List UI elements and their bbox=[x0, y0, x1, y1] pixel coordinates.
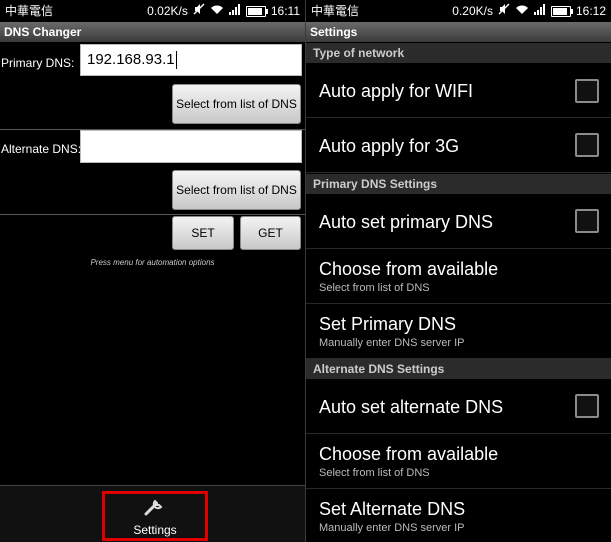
select-primary-dns-button[interactable]: Select from list of DNS bbox=[172, 84, 301, 124]
auto-primary-checkbox[interactable] bbox=[575, 209, 599, 233]
wifi-icon bbox=[515, 0, 529, 22]
primary-dns-input[interactable]: 192.168.93.1 bbox=[80, 44, 302, 76]
menu-hint: Press menu for automation options bbox=[90, 258, 215, 267]
settings-menu-item[interactable]: Settings bbox=[102, 491, 208, 541]
setting-title: Auto apply for WIFI bbox=[319, 81, 474, 101]
divider bbox=[0, 214, 305, 215]
section-header-alternate: Alternate DNS Settings bbox=[306, 359, 611, 379]
select-alternate-dns-label: Select from list of DNS bbox=[176, 183, 297, 197]
clock: 16:12 bbox=[575, 4, 606, 18]
primary-dns-label: Primary DNS: bbox=[1, 56, 75, 70]
setting-set-primary[interactable]: Set Primary DNS Manually enter DNS serve… bbox=[306, 304, 611, 359]
set-button-label: SET bbox=[191, 226, 215, 240]
carrier-label: 中華電信 bbox=[311, 4, 360, 18]
setting-subtitle: Select from list of DNS bbox=[319, 282, 430, 294]
setting-subtitle: Select from list of DNS bbox=[319, 467, 430, 479]
settings-menu-label: Settings bbox=[133, 523, 177, 537]
carrier-label: 中華電信 bbox=[5, 4, 54, 18]
text-cursor bbox=[175, 51, 177, 70]
select-primary-dns-label: Select from list of DNS bbox=[176, 97, 297, 111]
settings-screen: 中華電信 0.20K/s 16:12 Settings Type of netw… bbox=[306, 0, 611, 542]
get-button[interactable]: GET bbox=[240, 216, 301, 250]
setting-title: Choose from available bbox=[319, 444, 499, 464]
signal-icon bbox=[533, 0, 546, 22]
setting-subtitle: Manually enter DNS server IP bbox=[319, 522, 465, 534]
setting-title: Auto set primary DNS bbox=[319, 212, 494, 232]
section-header-primary: Primary DNS Settings bbox=[306, 174, 611, 194]
setting-auto-3g[interactable]: Auto apply for 3G bbox=[306, 118, 611, 173]
status-bar: 中華電信 0.20K/s 16:12 bbox=[306, 0, 611, 22]
auto-3g-checkbox[interactable] bbox=[575, 133, 599, 157]
status-bar: 中華電信 0.02K/s 16:11 bbox=[0, 0, 305, 22]
setting-choose-alternate[interactable]: Choose from available Select from list o… bbox=[306, 434, 611, 489]
dns-changer-screen: 中華電信 0.02K/s 16:11 DNS Changer Primary D… bbox=[0, 0, 305, 542]
wrench-icon bbox=[143, 497, 165, 522]
network-speed: 0.20K/s bbox=[452, 4, 493, 18]
auto-wifi-checkbox[interactable] bbox=[575, 79, 599, 103]
setting-set-alternate[interactable]: Set Alternate DNS Manually enter DNS ser… bbox=[306, 489, 611, 542]
signal-icon bbox=[228, 0, 241, 22]
settings-title: Settings bbox=[306, 22, 611, 42]
mute-icon bbox=[193, 0, 205, 22]
setting-title: Set Primary DNS bbox=[319, 314, 457, 334]
wifi-icon bbox=[210, 0, 224, 22]
alternate-dns-label: Alternate DNS: bbox=[1, 142, 82, 156]
setting-title: Set Alternate DNS bbox=[319, 499, 466, 519]
setting-auto-wifi[interactable]: Auto apply for WIFI bbox=[306, 63, 611, 118]
setting-subtitle: Manually enter DNS server IP bbox=[319, 337, 465, 349]
app-title: DNS Changer bbox=[0, 22, 305, 42]
setting-auto-primary[interactable]: Auto set primary DNS bbox=[306, 194, 611, 249]
primary-dns-value: 192.168.93.1 bbox=[87, 51, 175, 68]
setting-title: Auto set alternate DNS bbox=[319, 397, 504, 417]
set-button[interactable]: SET bbox=[172, 216, 234, 250]
section-header-network: Type of network bbox=[306, 43, 611, 63]
setting-choose-primary[interactable]: Choose from available Select from list o… bbox=[306, 249, 611, 304]
setting-title: Choose from available bbox=[319, 259, 499, 279]
auto-alternate-checkbox[interactable] bbox=[575, 394, 599, 418]
battery-icon bbox=[550, 5, 573, 17]
network-speed: 0.02K/s bbox=[147, 4, 188, 18]
select-alternate-dns-button[interactable]: Select from list of DNS bbox=[172, 170, 301, 210]
setting-title: Auto apply for 3G bbox=[319, 136, 460, 156]
alternate-dns-input[interactable] bbox=[80, 130, 302, 163]
get-button-label: GET bbox=[258, 226, 283, 240]
setting-auto-alternate[interactable]: Auto set alternate DNS bbox=[306, 379, 611, 434]
clock: 16:11 bbox=[270, 4, 300, 18]
battery-icon bbox=[245, 5, 268, 17]
mute-icon bbox=[498, 0, 510, 22]
